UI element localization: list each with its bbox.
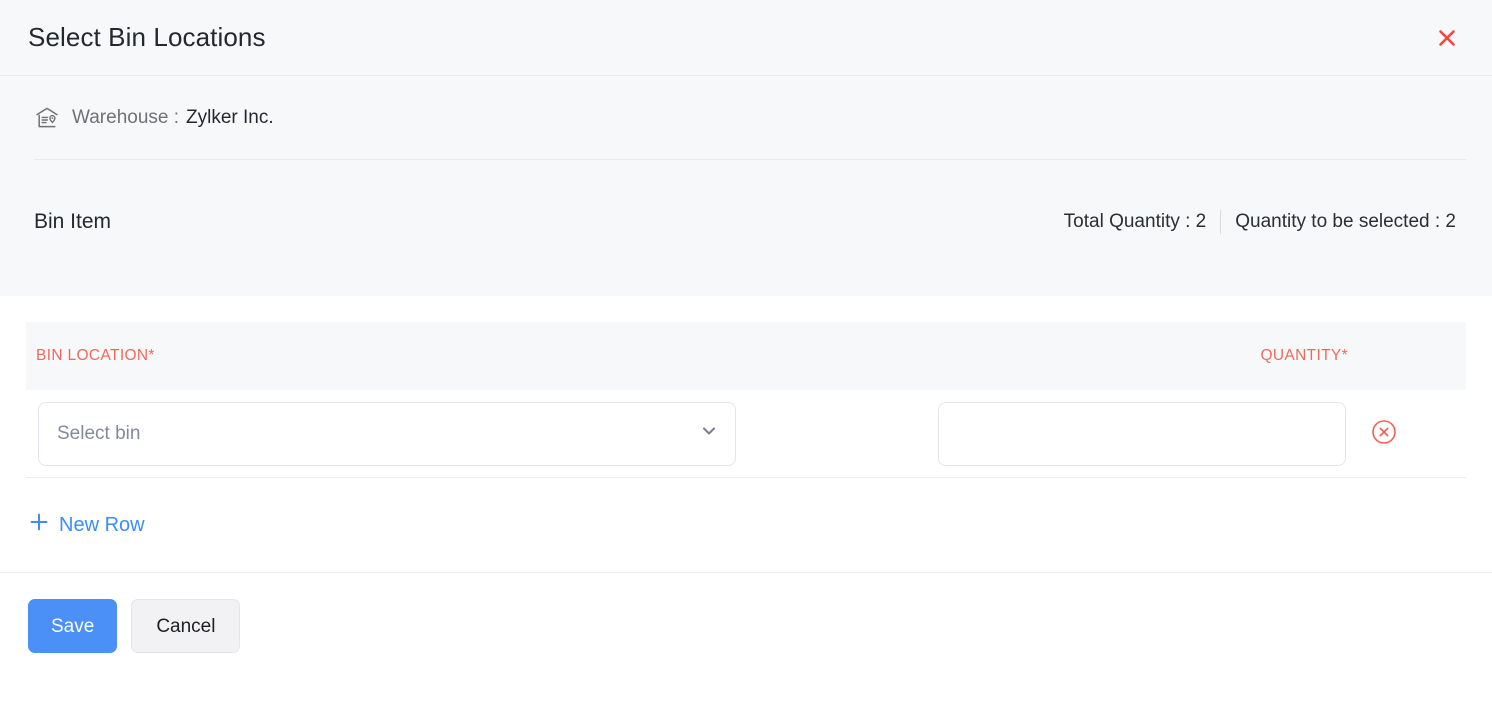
remove-circle-icon [1370,418,1398,449]
save-button[interactable]: Save [28,599,118,653]
close-icon [1434,25,1460,51]
add-new-row-button[interactable]: New Row [28,511,145,539]
bin-item-summary-row: Bin Item Total Quantity : 2 Quantity to … [0,160,1492,284]
plus-icon [28,511,50,539]
add-row-area: New Row [26,478,1466,572]
dialog-top-section: Select Bin Locations Warehouse: Zylker … [0,0,1492,296]
bin-locations-table: BIN LOCATION* QUANTITY* Select bin New R… [0,296,1492,572]
warehouse-value: Zylker Inc. [186,107,274,128]
select-bin-locations-dialog: Select Bin Locations Warehouse: Zylker … [0,0,1492,712]
dialog-footer: Save Cancel [0,573,1492,653]
warehouse-label: Warehouse : [72,107,180,128]
quantity-summary: Total Quantity : 2 Quantity to be select… [1064,210,1456,234]
column-header-bin-location: BIN LOCATION* [36,347,155,364]
close-button[interactable] [1430,21,1464,55]
dialog-header: Select Bin Locations [0,0,1492,76]
table-row: Select bin [26,390,1466,478]
quantity-input[interactable] [938,401,1346,466]
quantity-to-be-selected-label: Quantity to be selected : 2 [1235,211,1456,232]
table-header-row: BIN LOCATION* QUANTITY* [26,322,1466,390]
remove-row-button[interactable] [1367,417,1401,451]
bin-location-select-value: Select bin [57,422,141,444]
page-title: Select Bin Locations [28,22,266,52]
bin-location-select[interactable]: Select bin [38,401,736,466]
add-new-row-label: New Row [59,513,145,536]
column-header-quantity: QUANTITY* [1260,347,1348,364]
warehouse-row: Warehouse : Zylker Inc. [0,76,1492,160]
warehouse-icon [34,105,60,131]
chevron-down-icon [699,421,719,446]
bin-item-title: Bin Item [34,210,112,233]
cancel-button[interactable]: Cancel [131,599,241,653]
total-quantity-label: Total Quantity : 2 [1063,211,1207,232]
